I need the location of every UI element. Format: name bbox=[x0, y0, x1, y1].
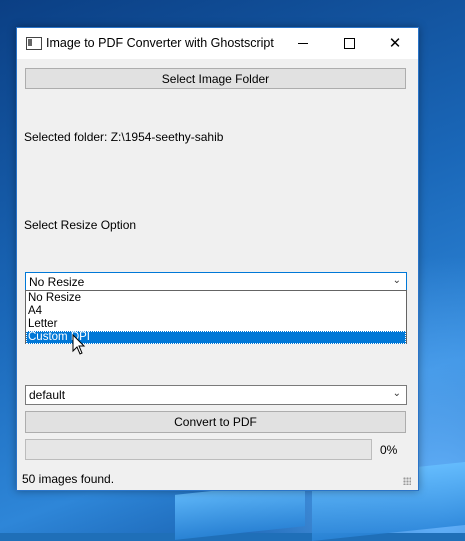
quality-combobox[interactable]: default ⌄ bbox=[25, 385, 407, 405]
title-bar[interactable]: Image to PDF Converter with Ghostscript … bbox=[17, 28, 418, 59]
resize-option-label: Select Resize Option bbox=[24, 218, 137, 232]
close-icon: ✕ bbox=[388, 34, 402, 52]
chevron-down-icon: ⌄ bbox=[392, 388, 401, 399]
mouse-cursor-icon bbox=[72, 334, 86, 355]
minimize-button[interactable] bbox=[280, 28, 326, 59]
chevron-down-icon: ⌄ bbox=[392, 275, 401, 286]
maximize-icon bbox=[343, 38, 355, 49]
minimize-icon bbox=[298, 43, 308, 44]
dropdown-option-letter[interactable]: Letter bbox=[26, 318, 406, 331]
convert-to-pdf-button[interactable]: Convert to PDF bbox=[25, 411, 406, 433]
status-text: 50 images found. bbox=[22, 472, 115, 486]
dropdown-option-no-resize[interactable]: No Resize bbox=[26, 292, 406, 305]
dropdown-option-a4[interactable]: A4 bbox=[26, 305, 406, 318]
selected-folder-text: Selected folder: Z:\1954-seethy-sahib bbox=[24, 130, 224, 144]
select-image-folder-button[interactable]: Select Image Folder bbox=[25, 68, 406, 89]
close-button[interactable]: ✕ bbox=[372, 28, 418, 59]
resize-grip-icon[interactable] bbox=[403, 477, 411, 485]
maximize-button[interactable] bbox=[326, 28, 372, 59]
progress-percent: 0% bbox=[380, 443, 398, 457]
resize-option-value: No Resize bbox=[29, 275, 85, 289]
app-icon bbox=[26, 37, 42, 50]
window-title: Image to PDF Converter with Ghostscript bbox=[46, 36, 274, 50]
resize-option-combobox[interactable]: No Resize ⌄ bbox=[25, 272, 407, 291]
progress-bar bbox=[25, 439, 372, 460]
quality-value: default bbox=[29, 388, 66, 402]
